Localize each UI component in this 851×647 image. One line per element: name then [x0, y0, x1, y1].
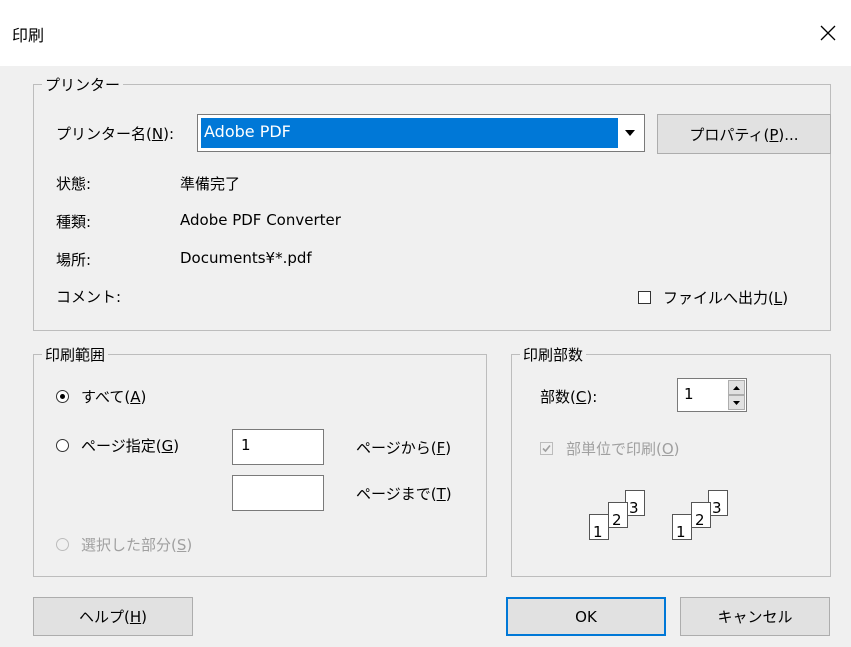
location-value: Documents¥*.pdf: [180, 249, 312, 267]
print-to-file-label[interactable]: ファイルへ出力(L): [663, 287, 788, 308]
collate-page: 3: [625, 490, 645, 517]
collate-page: 1: [672, 514, 692, 541]
from-page-input[interactable]: 1: [232, 429, 324, 465]
chevron-down-icon[interactable]: [618, 118, 641, 148]
type-value: Adobe PDF Converter: [180, 211, 341, 229]
printer-select-value: Adobe PDF: [201, 118, 618, 148]
window-title: 印刷: [12, 26, 45, 45]
printer-name-label: プリンター名(N):: [56, 125, 174, 143]
copies-value: 1: [684, 385, 694, 403]
decrement-button[interactable]: [728, 395, 745, 410]
collate-checkbox[interactable]: [540, 442, 553, 455]
collate-page: 1: [589, 514, 609, 541]
status-label: 状態:: [56, 175, 92, 193]
print-dialog: 印刷 プリンター プリンター名(N): Adobe PDF プロパティ(P)..…: [0, 0, 851, 647]
print-range-legend: 印刷範囲: [42, 344, 109, 365]
arrow-up-icon: [733, 385, 740, 390]
from-page-label: ページから(F): [356, 439, 452, 457]
copies-legend: 印刷部数: [520, 344, 587, 365]
selection-label[interactable]: 選択した部分(S): [81, 534, 192, 555]
cancel-button[interactable]: キャンセル: [680, 597, 830, 636]
arrow-down-icon: [733, 400, 740, 405]
page-range-radio[interactable]: [56, 439, 69, 452]
close-icon: [820, 25, 836, 41]
status-value: 準備完了: [180, 175, 241, 193]
copies-label: 部数(C):: [540, 388, 598, 406]
help-button[interactable]: ヘルプ(H): [33, 597, 193, 636]
all-pages-radio[interactable]: [56, 390, 69, 403]
to-page-label: ページまで(T): [356, 485, 452, 503]
close-button[interactable]: [805, 14, 851, 52]
properties-button[interactable]: プロパティ(P)...: [657, 114, 831, 154]
collate-page: 2: [608, 502, 628, 529]
collate-page: 2: [691, 502, 711, 529]
collate-page: 3: [708, 490, 728, 517]
printer-select[interactable]: Adobe PDF: [197, 114, 645, 152]
checkmark-icon: [542, 444, 551, 453]
to-page-input[interactable]: [232, 475, 324, 511]
printer-group-legend: プリンター: [42, 74, 124, 95]
type-label: 種類:: [56, 213, 92, 231]
selection-radio[interactable]: [56, 538, 69, 551]
ok-button[interactable]: OK: [506, 597, 666, 636]
all-pages-label[interactable]: すべて(A): [81, 386, 146, 407]
location-label: 場所:: [56, 251, 92, 269]
page-range-label[interactable]: ページ指定(G): [81, 435, 179, 456]
comment-label: コメント:: [56, 288, 122, 306]
print-to-file-checkbox[interactable]: [638, 291, 651, 304]
title-bar: 印刷: [0, 0, 851, 66]
increment-button[interactable]: [728, 380, 745, 395]
collate-label[interactable]: 部単位で印刷(O): [566, 438, 680, 459]
copies-spinner[interactable]: 1: [677, 378, 747, 412]
